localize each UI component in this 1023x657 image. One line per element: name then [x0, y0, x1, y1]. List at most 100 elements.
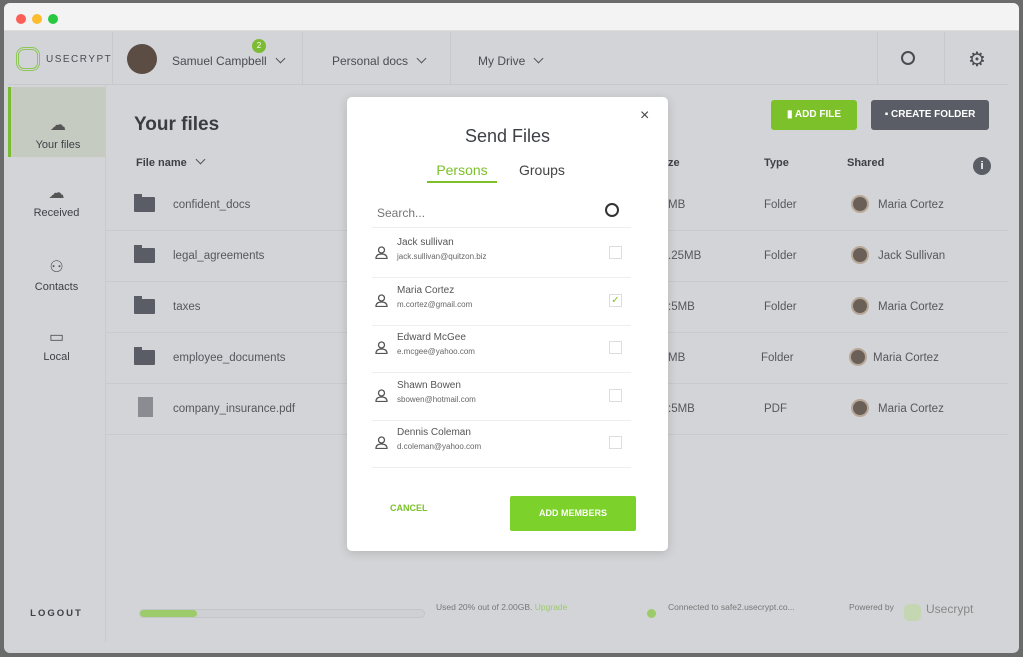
chevron-down-icon [195, 154, 206, 165]
column-header-type[interactable]: Type [764, 157, 789, 169]
contacts-icon: ⚇ [49, 259, 64, 276]
minimize-window-button[interactable] [32, 14, 42, 24]
user-menu[interactable]: Samuel Campbell [172, 53, 286, 68]
person-checkbox[interactable] [609, 341, 622, 354]
menu-label: My Drive [478, 54, 526, 68]
sidebar-item-contacts[interactable]: ⚇ Contacts [8, 239, 105, 309]
my-drive-menu[interactable]: My Drive [478, 53, 544, 68]
sidebar-item-received[interactable]: ☁ Received [8, 165, 105, 235]
user-icon [375, 436, 388, 449]
create-folder-button[interactable]: ▪ CREATE FOLDER [871, 100, 989, 130]
column-header-size[interactable]: ze [668, 157, 680, 169]
notification-badge[interactable]: 2 [252, 39, 266, 53]
cloud-download-icon: ☁ [48, 185, 65, 202]
person-email: e.mcgee@yahoo.com [397, 347, 475, 356]
column-label: File name [136, 157, 187, 169]
menu-label: Personal docs [332, 54, 409, 68]
person-email: sbowen@hotmail.com [397, 394, 476, 404]
logout-button[interactable]: LOGOUT [8, 608, 105, 619]
sidebar-item-local[interactable]: ▭ Local [8, 311, 105, 381]
monitor-icon: ▭ [48, 329, 65, 346]
gear-icon[interactable]: ⚙ [968, 47, 986, 72]
info-icon[interactable]: i [973, 157, 991, 175]
usage-text: Used 20% out of 2.00GB. [436, 602, 533, 612]
maximize-window-button[interactable] [48, 14, 58, 24]
file-name: legal_agreements [173, 250, 265, 262]
chevron-down-icon [533, 53, 544, 64]
folder-icon [134, 194, 155, 212]
add-file-button[interactable]: ▮ ADD FILE [771, 100, 857, 130]
folder-icon [134, 347, 155, 365]
user-icon [375, 246, 388, 259]
storage-progress-fill [140, 610, 197, 617]
close-window-button[interactable] [16, 14, 26, 24]
list-item[interactable]: Shawn Bowen sbowen@hotmail.com [372, 373, 631, 421]
page-title: Your files [134, 114, 220, 135]
button-label: CREATE FOLDER [891, 109, 976, 120]
avatar[interactable] [127, 44, 157, 74]
cloud-lock-icon: ☁ [50, 117, 66, 134]
person-email: jack.sullivan@quitzon.biz [397, 252, 487, 261]
file-icon [138, 397, 153, 417]
button-label: ADD FILE [794, 109, 842, 120]
powered-brand: Usecrypt [926, 602, 974, 616]
file-type: Folder [764, 301, 797, 313]
add-file-icon: ▮ [786, 109, 795, 120]
column-header-shared[interactable]: Shared [847, 157, 884, 169]
shared-with: Jack Sullivan [878, 250, 946, 262]
title-bar [4, 3, 1019, 31]
cancel-button[interactable]: CANCEL [390, 503, 428, 513]
sidebar-item-label: Local [43, 351, 70, 363]
upgrade-link[interactable]: Upgrade [535, 602, 568, 612]
close-icon[interactable]: × [640, 107, 649, 125]
person-checkbox[interactable] [609, 436, 622, 449]
avatar [849, 348, 867, 366]
user-icon [375, 293, 388, 307]
list-item[interactable]: Maria Cortez m.cortez@gmail.com ✓ [372, 278, 631, 326]
sidebar-item-your-files[interactable]: ☁ Your files [8, 87, 105, 157]
search-button[interactable] [901, 51, 915, 65]
search-icon[interactable] [605, 203, 619, 217]
avatar [851, 195, 869, 213]
list-item[interactable]: Edward McGee e.mcgee@yahoo.com [372, 325, 631, 373]
personal-docs-menu[interactable]: Personal docs [332, 53, 427, 68]
storage-progress-bar [139, 609, 425, 618]
file-size: :5MB [668, 403, 695, 415]
person-email: d.coleman@yahoo.com [397, 442, 482, 451]
file-size: .25MB [668, 250, 702, 262]
shared-with: Maria Cortez [873, 352, 939, 364]
tab-groups[interactable]: Groups [519, 162, 565, 178]
file-type: Folder [761, 352, 794, 364]
person-checkbox[interactable]: ✓ [609, 293, 622, 307]
list-item[interactable]: Dennis Coleman d.coleman@yahoo.com [372, 420, 631, 468]
chevron-down-icon [416, 53, 427, 64]
column-header-name[interactable]: File name [136, 154, 206, 169]
avatar [851, 399, 869, 417]
person-name: Maria Cortez [397, 284, 455, 296]
sidebar-item-label: Contacts [34, 281, 79, 293]
folder-icon [134, 245, 155, 263]
file-size: MB [668, 352, 686, 364]
shared-with: Maria Cortez [878, 199, 944, 211]
list-item[interactable]: Jack sullivan jack.sullivan@quitzon.biz [372, 230, 631, 278]
person-name: Jack sullivan [397, 237, 454, 248]
avatar [851, 246, 869, 264]
user-icon [375, 388, 388, 402]
send-files-modal: × Send Files Persons Groups Jack sulliva… [347, 97, 668, 551]
person-email: m.cortez@gmail.com [397, 299, 473, 309]
logo [16, 47, 40, 71]
file-name: taxes [173, 301, 201, 313]
person-checkbox[interactable] [609, 246, 622, 259]
chevron-down-icon [275, 53, 286, 64]
file-size: MB [668, 199, 686, 211]
file-name: employee_documents [173, 352, 286, 364]
storage-usage: Used 20% out of 2.00GB. Upgrade [436, 602, 567, 612]
person-name: Shawn Bowen [397, 379, 461, 391]
shared-with: Maria Cortez [878, 403, 944, 415]
folder-icon [134, 296, 155, 314]
person-checkbox[interactable] [609, 388, 622, 402]
person-name: Edward McGee [397, 332, 466, 343]
search-input[interactable] [372, 198, 631, 228]
add-members-button[interactable]: ADD MEMBERS [510, 496, 636, 531]
tab-persons[interactable]: Persons [427, 162, 497, 183]
